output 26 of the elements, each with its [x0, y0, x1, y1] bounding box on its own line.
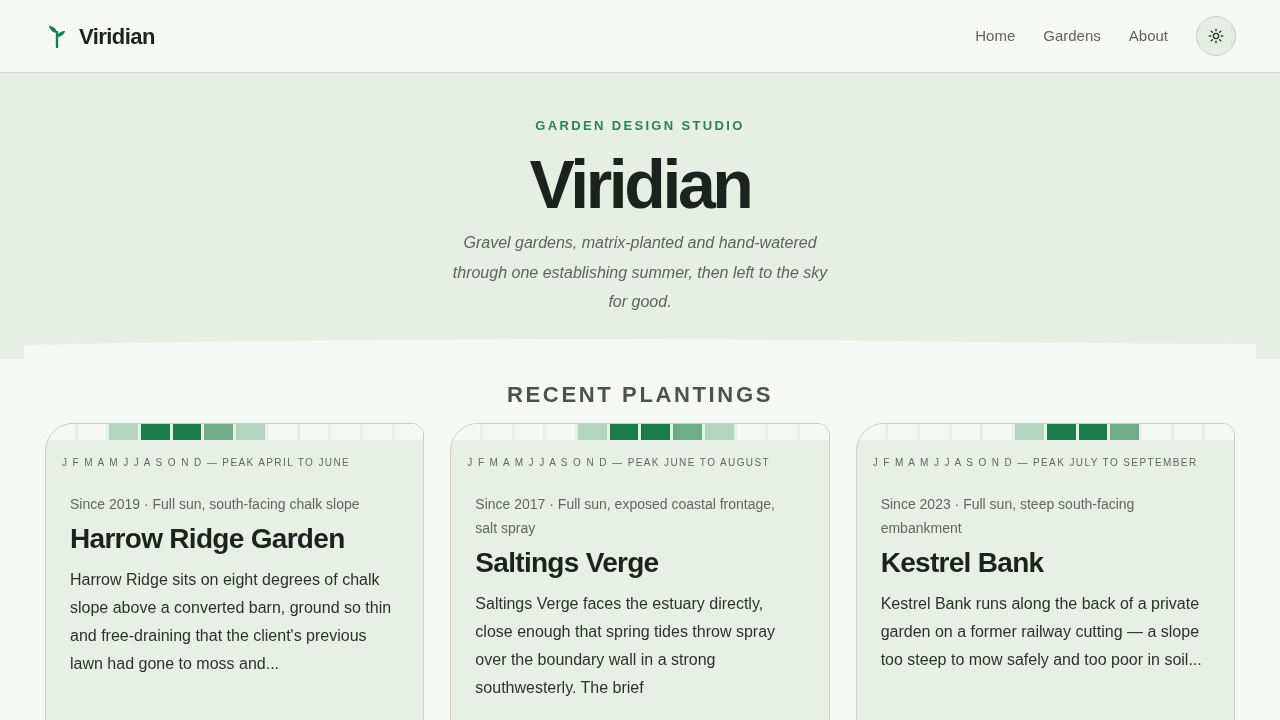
hero-tagline: Gravel gardens, matrix-planted and hand-watered through one establishing summer, then left to the sky for good.: [451, 233, 829, 312]
eyebrow-label: GARDEN DESIGN STUDIO: [535, 118, 745, 134]
bloom-months-label: J F M A M J J A S O N D — PEAK APRIL TO JUNE: [62, 456, 351, 468]
hero-title: Viridian: [529, 148, 751, 220]
section-heading: RECENT PLANTINGS: [507, 382, 773, 407]
nav-link[interactable]: Home: [975, 24, 1016, 48]
sprout-logo-icon: [47, 24, 67, 48]
garden-description: Harrow Ridge sits on eight degrees of chalk slope above a converted barn, ground so thin and free-draining that the client's previous lawn had gone to moss and...: [70, 569, 393, 674]
nav-link[interactable]: About: [1128, 24, 1168, 48]
garden-meta: Since 2019 · Full sun, south-facing chalk slope: [70, 494, 361, 514]
garden-title: Saltings Verge: [475, 545, 660, 580]
theme-toggle-button[interactable]: [1196, 16, 1236, 56]
garden-title: Kestrel Bank: [880, 545, 1045, 580]
garden-meta: Since 2017 · Full sun, exposed coastal frontage, salt spray: [475, 494, 776, 538]
bloom-months-label: J F M A M J J A S O N D — PEAK JULY TO SEPTEMBER: [872, 456, 1198, 468]
brand-name[interactable]: Viridian: [79, 19, 155, 53]
garden-card[interactable]: [45, 422, 425, 720]
garden-description: Kestrel Bank runs along the back of a private garden on a former railway cutting — a slope too steep to mow safely and too poor in soil...: [880, 593, 1203, 670]
garden-meta: Since 2023 · Full sun, steep south-facing embankment: [880, 494, 1136, 538]
garden-card[interactable]: [450, 422, 830, 720]
garden-title: Harrow Ridge Garden: [70, 521, 346, 556]
sun-icon: [1208, 28, 1224, 44]
bloom-months-label: J F M A M J J A S O N D — PEAK JUNE TO AUGUST: [467, 456, 770, 468]
nav-link[interactable]: Gardens: [1043, 24, 1101, 48]
garden-card[interactable]: [855, 422, 1235, 720]
garden-description: Saltings Verge faces the estuary directly, close enough that spring tides throw spray over the boundary wall in a strong southwesterly. The brief: [475, 593, 777, 698]
